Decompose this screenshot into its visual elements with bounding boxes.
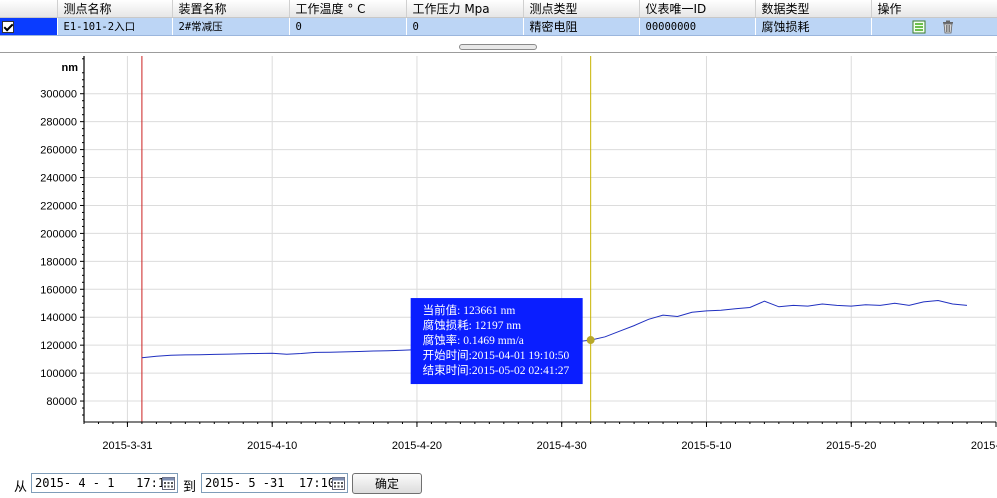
cell-device-name: 2#常减压	[172, 17, 290, 36]
header-select	[0, 0, 58, 18]
to-date-value[interactable]: 2015- 5 -31 17:10	[205, 476, 335, 490]
cell-meter-id: 00000000	[639, 17, 756, 36]
cell-work-temperature: 0	[289, 17, 407, 36]
y-tick-label: 300000	[40, 89, 77, 101]
cell-point-name: E1-101-2入口	[57, 17, 173, 36]
y-axis-unit-label: nm	[62, 62, 79, 74]
header-data-type[interactable]: 数据类型	[755, 0, 872, 18]
y-tick-label: 140000	[40, 312, 77, 324]
x-tick-label: 2015-5-20	[826, 440, 876, 452]
data-tooltip: 当前值: 123661 nm 腐蚀损耗: 12197 nm 腐蚀率: 0.146…	[410, 298, 583, 385]
header-operation: 操作	[871, 0, 997, 18]
y-tick-label: 80000	[46, 396, 77, 408]
splitter-grip-handle[interactable]	[459, 44, 537, 50]
y-tick-label: 100000	[40, 368, 77, 380]
y-tick-label: 280000	[40, 117, 77, 129]
row-select-cell[interactable]	[0, 17, 58, 36]
from-label: 从	[14, 480, 28, 495]
to-label: 到	[183, 480, 197, 495]
date-range-bar: 从 2015- 4 - 1 17:10 到 2015- 5 -31 17:10 …	[0, 472, 997, 496]
x-tick-label: 2015-4-10	[247, 440, 297, 452]
y-tick-label: 180000	[40, 256, 77, 268]
table-row[interactable]: E1-101-2入口 2#常减压 0 0 精密电阻 00000000 腐蚀损耗	[0, 17, 997, 36]
export-excel-icon[interactable]	[912, 20, 926, 34]
x-axis-ticks: 2015-3-31 2015-4-10 2015-4-20 2015-4-30 2015…	[83, 422, 997, 452]
cell-data-type: 腐蚀损耗	[755, 17, 872, 36]
header-point-type[interactable]: 测点类型	[523, 0, 640, 18]
cursor-data-point[interactable]	[586, 336, 595, 345]
tooltip-end-time: 结束时间:2015-05-02 02:41:27	[423, 364, 570, 377]
tooltip-current-value: 当前值: 123661 nm	[423, 303, 516, 317]
tooltip-corrosion-loss: 腐蚀损耗: 12197 nm	[423, 318, 521, 332]
cell-point-type: 精密电阻	[523, 17, 640, 36]
x-tick-label: 2015-5-30	[971, 440, 997, 452]
y-tick-label: 120000	[40, 340, 77, 352]
y-tick-label: 240000	[40, 173, 77, 185]
tooltip-start-time: 开始时间:2015-04-01 19:10:50	[423, 348, 570, 362]
header-work-pressure[interactable]: 工作压力 Mpa	[406, 0, 524, 18]
table-header-row: 测点名称 装置名称 工作温度 ° C 工作压力 Mpa 测点类型 仪表唯一ID …	[0, 0, 997, 18]
calendar-icon[interactable]	[332, 477, 345, 490]
cell-operation	[871, 17, 997, 36]
from-date-picker[interactable]: 2015- 4 - 1 17:10	[31, 473, 178, 493]
header-device-name[interactable]: 装置名称	[172, 0, 290, 18]
x-tick-label: 2015-5-10	[681, 440, 731, 452]
delete-trash-icon[interactable]	[941, 20, 955, 34]
x-tick-label: 2015-4-30	[537, 440, 587, 452]
y-tick-label: 260000	[40, 145, 77, 157]
from-date-value[interactable]: 2015- 4 - 1 17:10	[35, 476, 172, 490]
row-checkbox[interactable]	[2, 21, 14, 33]
to-date-picker[interactable]: 2015- 5 -31 17:10	[201, 473, 348, 493]
measurement-point-table: 测点名称 装置名称 工作温度 ° C 工作压力 Mpa 测点类型 仪表唯一ID …	[0, 0, 997, 36]
y-tick-label: 160000	[40, 284, 77, 296]
y-tick-label: 220000	[40, 200, 77, 212]
y-tick-label: 200000	[40, 228, 77, 240]
corrosion-loss-chart: 80000 100000 120000 140000 160000 180000 20000…	[40, 56, 997, 452]
cell-work-pressure: 0	[406, 17, 524, 36]
x-tick-label: 2015-4-20	[392, 440, 442, 452]
x-tick-label: 2015-3-31	[102, 440, 152, 452]
header-point-name[interactable]: 测点名称	[57, 0, 173, 18]
header-meter-id[interactable]: 仪表唯一ID	[639, 0, 756, 18]
calendar-icon[interactable]	[162, 477, 175, 490]
header-work-temperature[interactable]: 工作温度 ° C	[289, 0, 407, 18]
y-axis-ticks: 80000 100000 120000 140000 160000 180000 20000…	[40, 58, 84, 416]
tooltip-corrosion-rate: 腐蚀率: 0.1469 mm/a	[423, 333, 524, 347]
confirm-button[interactable]: 确定	[352, 473, 422, 494]
